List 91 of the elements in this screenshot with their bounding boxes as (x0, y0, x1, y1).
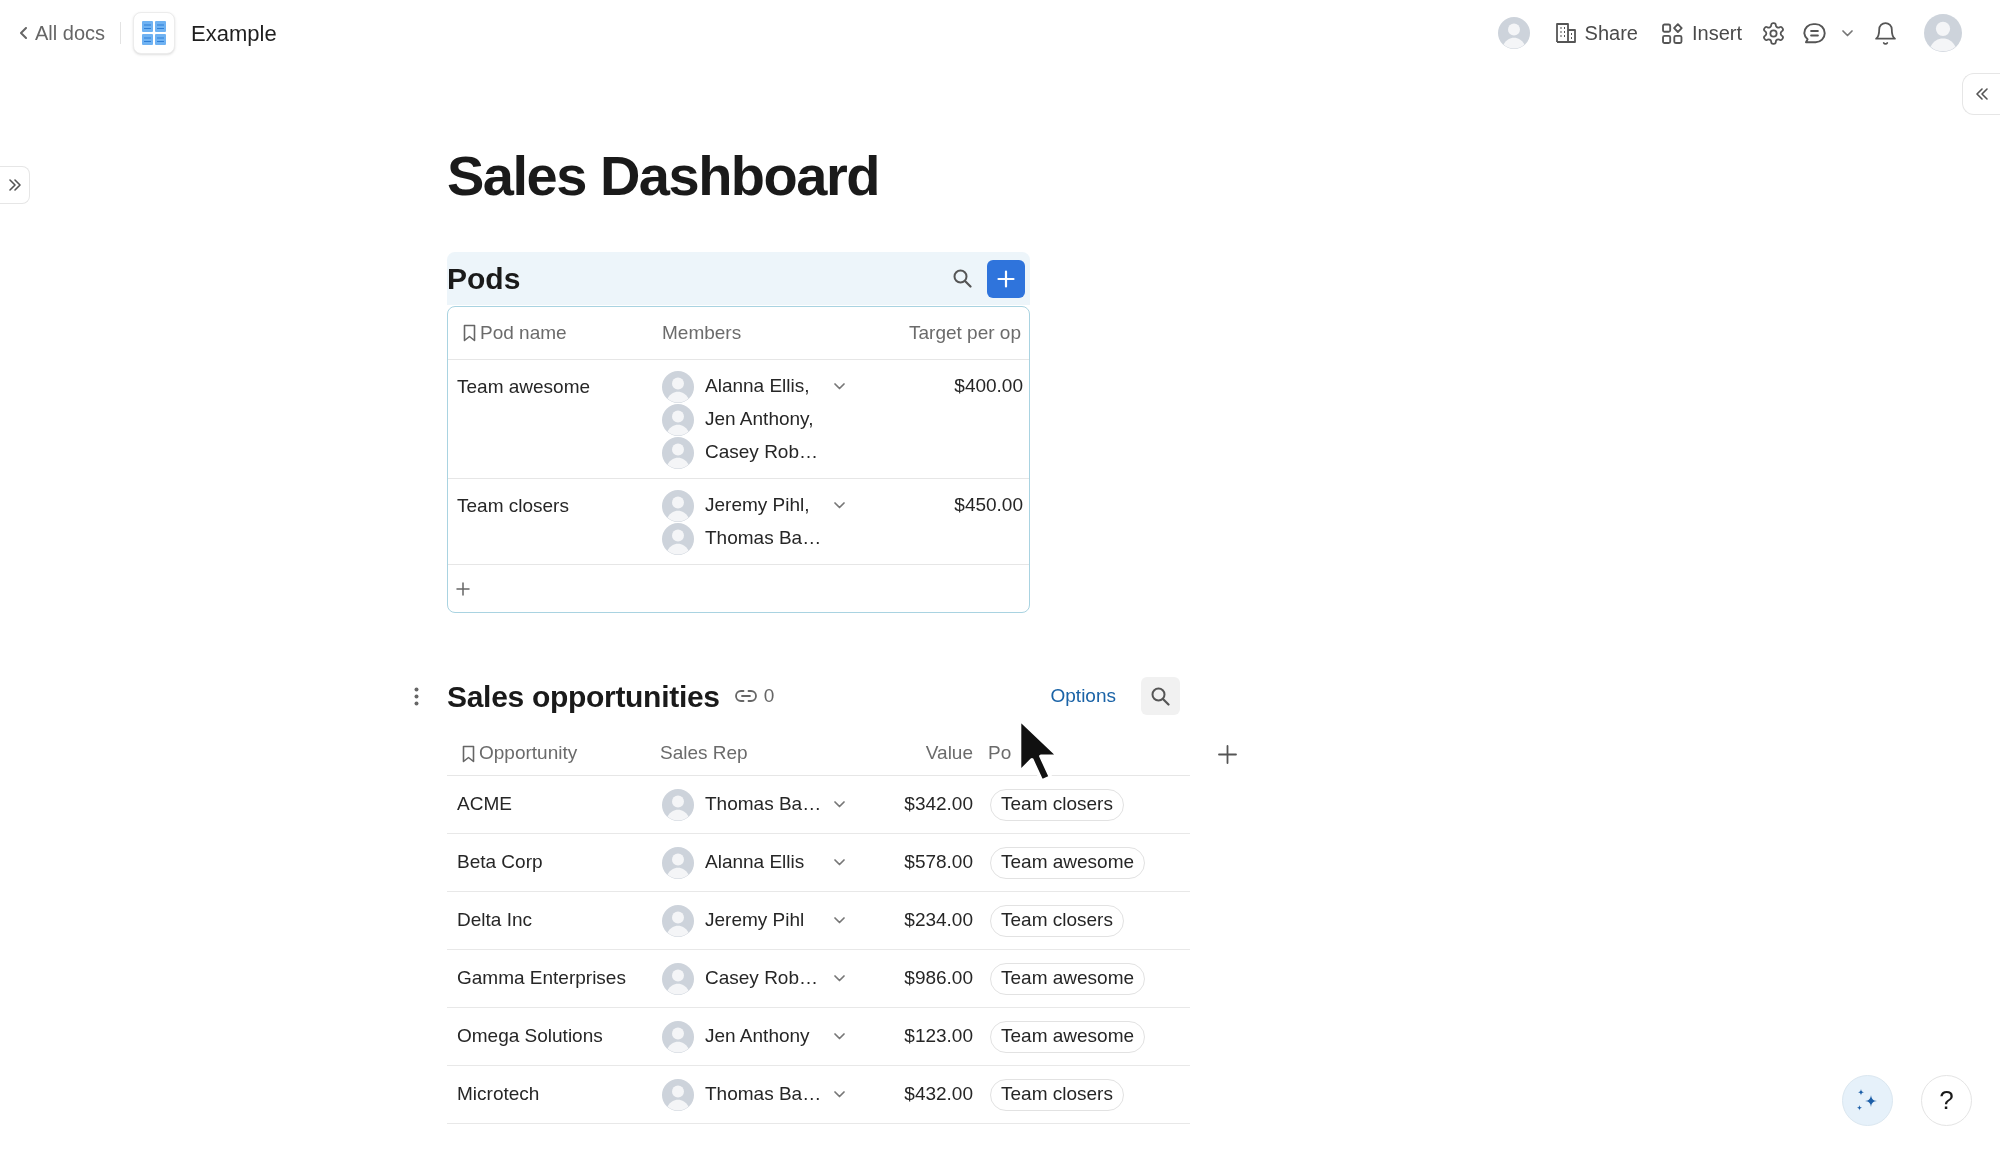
table-title: Pods (447, 261, 521, 297)
avatar-icon (1924, 14, 1962, 52)
shapes-icon (1661, 22, 1683, 44)
double-chevron-left-icon (1975, 88, 1988, 100)
plus-icon[interactable] (456, 581, 470, 596)
chevron-down-icon[interactable] (834, 917, 845, 924)
table-cell-text: $986.00 (904, 966, 973, 991)
options-button[interactable]: Options (1050, 681, 1116, 711)
search-icon (952, 269, 972, 288)
chevron-left-icon (20, 27, 27, 39)
chevron-down-icon[interactable] (834, 1091, 845, 1098)
plus-icon (997, 269, 1015, 288)
table-cell-text: $234.00 (904, 908, 973, 933)
avatar-icon (662, 370, 694, 403)
table-cell: ACME (457, 793, 512, 815)
avatar-icon (1497, 17, 1530, 49)
avatar-icon (662, 489, 694, 522)
comment-icon (1803, 22, 1826, 44)
member-name: Jen Anthony, (705, 407, 815, 432)
column-header[interactable]: Opportunity (479, 739, 578, 768)
chevron-down-icon[interactable] (834, 801, 845, 808)
chevron-down-icon[interactable] (834, 859, 845, 866)
search-button[interactable] (1141, 677, 1180, 715)
table-cell: Delta Inc (457, 909, 532, 931)
avatar-icon (662, 846, 694, 879)
avatar-icon (662, 436, 694, 469)
member-name: Jeremy Pihl, (705, 493, 811, 518)
share-button[interactable]: Share (1555, 18, 1638, 48)
settings-button[interactable] (1762, 21, 1785, 45)
bookmark-icon (462, 744, 475, 763)
avatar-icon (662, 1078, 694, 1111)
help-button[interactable]: ? (1921, 1075, 1972, 1126)
table-cell: Gamma Enterprises (457, 967, 626, 989)
avatar-icon (662, 788, 694, 821)
column-header[interactable]: Members (662, 321, 742, 343)
avatar-icon (662, 1020, 694, 1053)
chevron-down-icon[interactable] (834, 1033, 845, 1040)
member-name: Casey Rob… (705, 440, 819, 465)
chevron-down-icon[interactable] (834, 975, 845, 982)
member-name: Alanna Ellis, (705, 374, 811, 399)
bookmark-icon (463, 324, 476, 342)
doc-title[interactable]: Example (191, 16, 277, 50)
avatar-icon (662, 962, 694, 995)
table-cell-text: $450.00 (954, 493, 1023, 517)
table-cell: Microtech (457, 1083, 540, 1105)
sales-rep-name: Casey Rob… (705, 966, 819, 991)
doc-icon (133, 12, 176, 54)
table-cell-text: $342.00 (904, 792, 973, 817)
table-cell: Omega Solutions (457, 1025, 603, 1047)
chevron-down-icon[interactable] (834, 502, 845, 509)
sales-rep-name: Jeremy Pihl (705, 908, 806, 933)
member-name: Thomas Ba… (705, 526, 823, 551)
avatar-icon (662, 522, 694, 555)
search-icon (1151, 686, 1170, 706)
plus-icon[interactable] (1218, 744, 1237, 764)
notifications-button[interactable] (1875, 21, 1896, 45)
table-cell: Team closers (457, 495, 569, 516)
sales-rep-name: Jen Anthony (705, 1024, 811, 1049)
sales-rep-name: Thomas Ba… (705, 1082, 823, 1107)
settings-icon (1762, 21, 1785, 45)
table-cell: Team awesome (457, 376, 591, 397)
avatar-icon (662, 904, 694, 937)
expand-sidebar-button[interactable] (0, 166, 30, 204)
table-cell-text: $432.00 (904, 1082, 973, 1107)
table-cell: Beta Corp (457, 851, 543, 873)
all-docs-link[interactable]: All docs (20, 18, 106, 48)
double-chevron-right-icon (8, 179, 21, 191)
table-cell-text: $578.00 (904, 850, 973, 875)
collapse-panel-button[interactable] (1962, 73, 2000, 115)
building-icon (1555, 23, 1576, 43)
column-header[interactable]: Pod name (480, 318, 567, 348)
column-header[interactable]: Value (925, 739, 973, 768)
avatar-icon (662, 403, 694, 436)
column-header[interactable]: Po (988, 742, 1012, 764)
section-title: Sales opportunities (447, 678, 720, 715)
vertical-dots-icon[interactable] (414, 686, 419, 706)
insert-button[interactable]: Insert (1661, 18, 1742, 48)
sales-rep-name: Alanna Ellis (705, 850, 806, 875)
link-icon (734, 690, 757, 702)
chevron-down-icon (1842, 29, 1853, 37)
column-header[interactable]: Sales Rep (660, 742, 748, 764)
bell-icon (1875, 21, 1896, 45)
page-title: Sales Dashboard (447, 143, 879, 209)
link-count: 0 (763, 683, 775, 708)
sales-rep-name: Thomas Ba… (705, 792, 823, 817)
table-cell-text: $123.00 (904, 1024, 973, 1049)
add-button[interactable] (987, 259, 1025, 298)
comments-button[interactable] (1803, 22, 1853, 44)
column-header[interactable]: Target per op (909, 318, 1021, 348)
chevron-down-icon[interactable] (834, 383, 845, 390)
table-cell-text: $400.00 (954, 374, 1023, 398)
